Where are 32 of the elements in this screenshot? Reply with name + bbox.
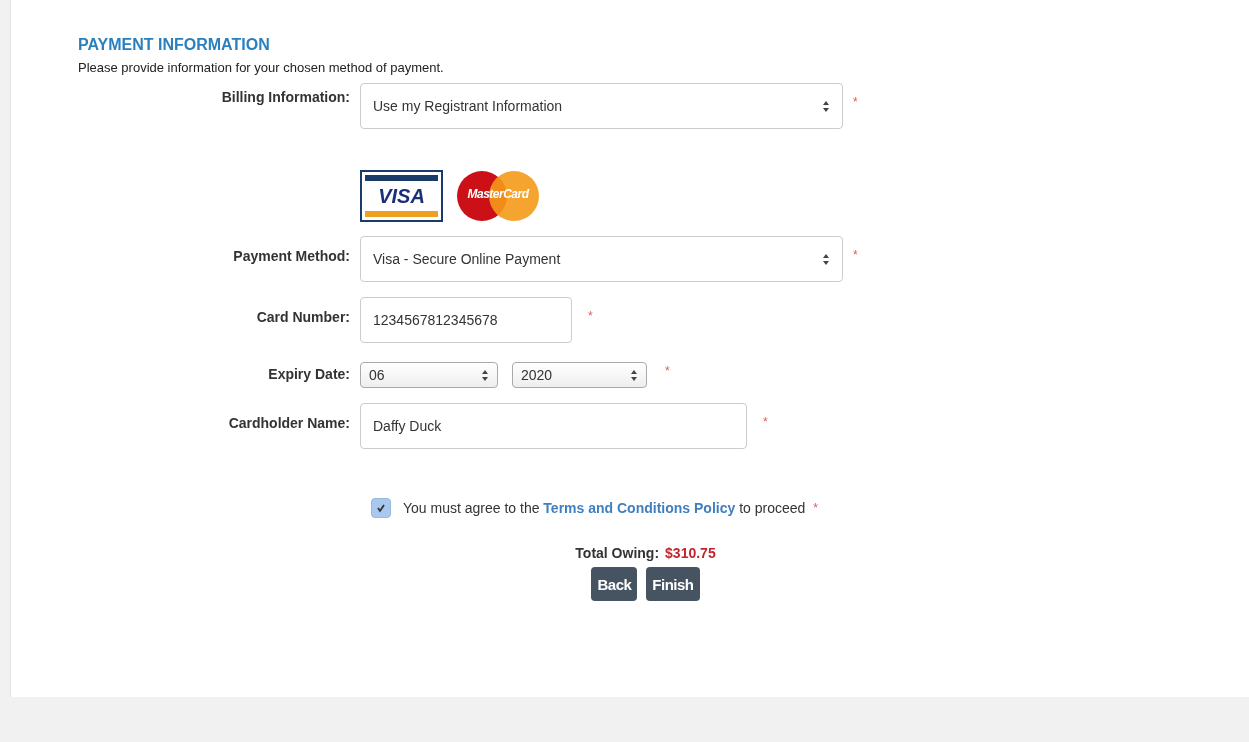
select-arrows-icon (630, 368, 638, 382)
field-label: Card Number: (255, 308, 350, 325)
field-label: Payment Method: (232, 247, 350, 264)
select-field[interactable]: Use my Registrant Information (360, 83, 843, 129)
required-mark: * (853, 94, 858, 109)
required-mark: * (813, 501, 818, 515)
field-label: Billing Information: (220, 88, 350, 105)
terms-link[interactable]: Terms and Conditions Policy (543, 500, 736, 516)
required-mark: * (763, 414, 768, 429)
select-arrows-icon (822, 252, 830, 266)
intro-text: Please provide information for your chosen method of payment. (78, 60, 445, 75)
required-mark: * (665, 363, 670, 378)
select-field[interactable]: Visa - Secure Online Payment (360, 236, 843, 282)
year-select[interactable]: 2020 (512, 362, 647, 388)
month-select[interactable]: 06 (360, 362, 498, 388)
back-button[interactable]: Back (591, 567, 638, 601)
finish-button[interactable]: Finish (646, 567, 700, 601)
input-field[interactable]: 1234567812345678 (360, 297, 572, 343)
total-amount: $310.75 (665, 545, 716, 561)
required-mark: * (588, 308, 593, 323)
visa-card-logo[interactable]: VISA (360, 170, 443, 222)
field-label: Cardholder Name: (227, 414, 350, 431)
field-label: Expiry Date: (267, 365, 350, 382)
agree-checkbox[interactable] (371, 498, 391, 518)
total-label: Total Owing: (575, 545, 660, 561)
checkmark-icon (376, 503, 386, 513)
select-arrows-icon (822, 99, 830, 113)
select-arrows-icon (481, 368, 489, 382)
section-title: PAYMENT INFORMATION (78, 36, 271, 54)
required-mark: * (853, 247, 858, 262)
input-field[interactable]: Daffy Duck (360, 403, 747, 449)
agreement-text: You must agree to the Terms and Conditions Policy to proceed (403, 500, 806, 516)
